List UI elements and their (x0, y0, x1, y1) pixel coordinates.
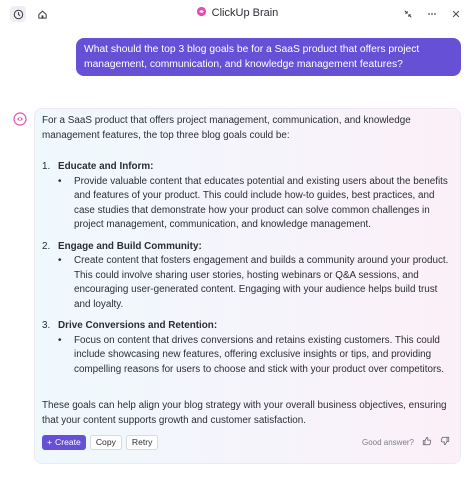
bullet-icon: • (58, 334, 62, 346)
thumbs-down-icon[interactable] (440, 436, 450, 448)
goal-item: 2. Engage and Build Community: • Create … (42, 240, 454, 313)
feedback-area: Good answer? (362, 436, 450, 448)
goal-title: Educate and Inform: (58, 161, 154, 172)
goal-item: 3. Drive Conversions and Retention: • Fo… (42, 319, 454, 377)
goal-title: Engage and Build Community: (58, 240, 202, 252)
create-button-label: Create (55, 437, 81, 447)
bullet-icon: • (58, 255, 62, 266)
retry-button[interactable]: Retry (125, 435, 159, 450)
top-bar-right (400, 6, 464, 22)
ai-response-text: For a SaaS product that offers project m… (42, 114, 454, 428)
feedback-label: Good answer? (361, 437, 414, 447)
thumbs-up-icon[interactable] (422, 436, 432, 448)
brain-logo-icon (196, 6, 207, 20)
user-message-bubble: What should the top 3 blog goals be for … (76, 38, 461, 76)
goal-body: Focus on content that drives conversions… (74, 334, 444, 375)
response-outro: These goals can help align your blog str… (42, 400, 447, 426)
goal-body: Create content that fosters engagement a… (74, 255, 449, 310)
brain-avatar-icon (13, 112, 27, 126)
goal-number: 2. (42, 240, 51, 252)
goal-number: 1. (42, 161, 51, 172)
goal-title: Drive Conversions and Retention: (58, 320, 218, 331)
create-button[interactable]: + Create (42, 435, 86, 450)
more-icon[interactable] (424, 6, 440, 22)
top-bar: ClickUp Brain (0, 0, 474, 28)
goal-body: Provide valuable content that educates p… (74, 175, 448, 231)
copy-button[interactable]: Copy (89, 435, 122, 450)
response-actions: + Create Copy Retry (42, 435, 159, 450)
plus-icon: + (47, 437, 53, 447)
response-intro: For a SaaS product that offers project m… (42, 115, 411, 141)
goal-item: 1. Educate and Inform: • Provide valuabl… (42, 160, 454, 233)
app-title-text: ClickUp Brain (211, 7, 279, 19)
ai-response-card: For a SaaS product that offers project m… (34, 108, 461, 464)
close-icon[interactable] (448, 6, 464, 22)
bullet-icon: • (58, 175, 62, 187)
goal-number: 3. (42, 320, 51, 331)
collapse-icon[interactable] (400, 6, 416, 22)
